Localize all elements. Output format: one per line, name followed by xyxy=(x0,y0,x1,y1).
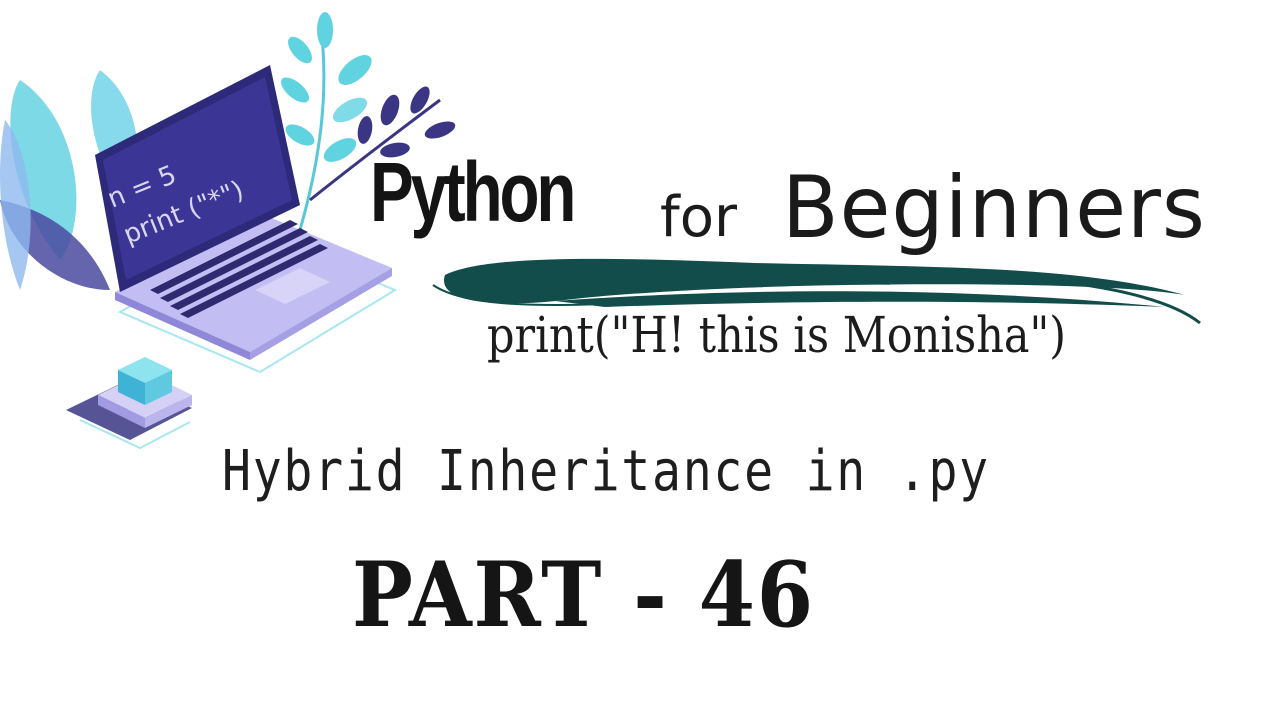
cube-graphic xyxy=(66,357,192,450)
title-python: Python xyxy=(370,145,576,239)
title-for: for xyxy=(660,185,737,250)
title-beginners: Beginners xyxy=(782,158,1206,258)
part-number: PART - 46 xyxy=(352,542,815,648)
thumbnail-canvas: n = 5 print ("*") Python for Beginners p… xyxy=(0,0,1280,720)
topic-heading: Hybrid Inheritance in .py xyxy=(222,439,990,504)
subtitle-print-statement: print("H! this is Monisha") xyxy=(487,306,1067,364)
